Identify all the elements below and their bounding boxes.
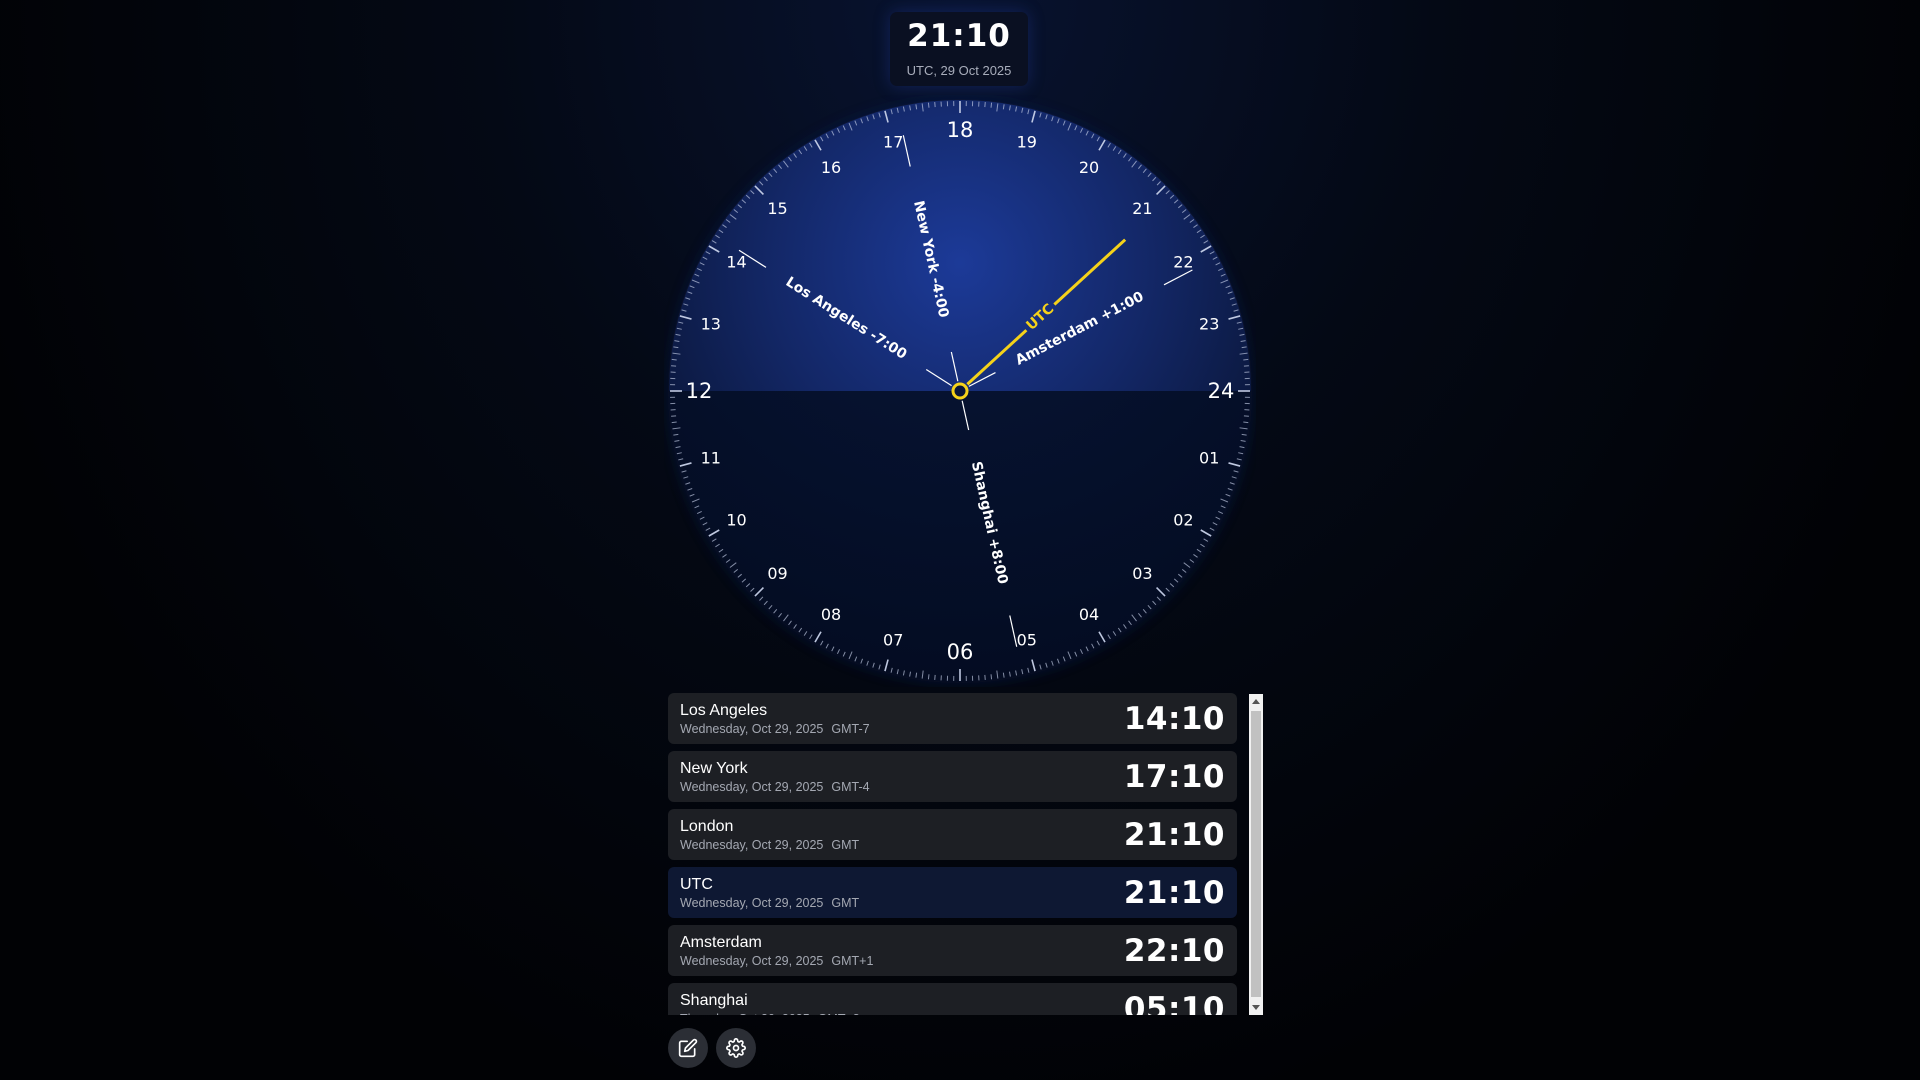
clock-row[interactable]: Amsterdam Wednesday, Oct 29, 2025 GMT+1 22:… [668, 925, 1237, 976]
clock-gmt-offset: GMT [831, 896, 860, 910]
clock-time: 17:10 [1123, 759, 1225, 795]
scrollbar-thumb[interactable] [1251, 711, 1261, 997]
clock-gmt-offset: GMT [831, 838, 860, 852]
dial-hour-label: 12 [686, 379, 713, 403]
clock-date: Thursday, Oct 30, 2025 [680, 1012, 810, 1015]
clock-row[interactable]: New York Wednesday, Oct 29, 2025 GMT-4 17:1… [668, 751, 1237, 802]
clock-city: UTC [680, 876, 713, 893]
clock-row[interactable]: London Wednesday, Oct 29, 2025 GMT 21:10 [668, 809, 1237, 860]
clock-row[interactable]: UTC Wednesday, Oct 29, 2025 GMT 21:10 [668, 867, 1237, 918]
scroll-up-arrow-icon[interactable] [1252, 699, 1260, 704]
clock-time: 21:10 [1123, 875, 1225, 911]
dial-tick [1243, 421, 1249, 424]
clock-date: Wednesday, Oct 29, 2025 [680, 896, 824, 910]
clock-date: Wednesday, Oct 29, 2025 [680, 838, 824, 852]
clock-city: New York [680, 760, 748, 777]
clock-meta: Wednesday, Oct 29, 2025 GMT-4 [680, 780, 870, 794]
clock-date: Wednesday, Oct 29, 2025 [680, 780, 824, 794]
dial-hour-label: 09 [767, 564, 787, 583]
dial-hour-label: 01 [1199, 448, 1219, 467]
clock-time: 21:10 [1123, 817, 1225, 853]
clock-date: Wednesday, Oct 29, 2025 [680, 722, 824, 736]
dial-tick [1243, 358, 1249, 361]
dial-tick [927, 102, 930, 108]
clock-meta: Wednesday, Oct 29, 2025 GMT-7 [680, 722, 870, 736]
dial-hour-label: 02 [1173, 511, 1193, 530]
dial-hour-label: 24 [1208, 379, 1235, 403]
clock-meta: Wednesday, Oct 29, 2025 GMT+1 [680, 954, 873, 968]
clock-gmt-offset: GMT-4 [831, 780, 870, 794]
dial-hour-label: 11 [701, 448, 721, 467]
clock-list-scrollbar[interactable] [1249, 694, 1263, 1015]
dial-hour-label: 15 [767, 199, 787, 218]
clock-gmt-offset: GMT+1 [831, 954, 874, 968]
clock-gmt-offset: GMT-7 [831, 722, 870, 736]
dial-tick [671, 421, 677, 424]
dial-hour-label: 06 [947, 640, 974, 664]
dial-hour-label: 22 [1173, 253, 1193, 272]
clock-time: 14:10 [1123, 701, 1225, 737]
dial-hour-label: 23 [1199, 315, 1219, 334]
dial-hour-label: 05 [1017, 631, 1037, 650]
current-date-subtitle: UTC, 29 Oct 2025 [906, 63, 1012, 78]
edit-button[interactable] [668, 1028, 708, 1068]
dial-hour-label: 18 [947, 118, 974, 142]
clock-time: 22:10 [1123, 933, 1225, 969]
dial-hour-label: 07 [883, 631, 903, 650]
dial-tick [671, 358, 677, 361]
dial-hour-label: 04 [1079, 605, 1099, 624]
clock-gmt-offset: GMT+8 [818, 1012, 860, 1015]
clock-row[interactable]: Los Angeles Wednesday, Oct 29, 2025 GMT-7 1… [668, 693, 1237, 744]
dial-tick [990, 102, 993, 108]
edit-icon [678, 1038, 698, 1058]
dial-hour-label: 10 [726, 511, 746, 530]
clock-time: 05:10 [1123, 991, 1225, 1015]
clock-row[interactable]: Shanghai Thursday, Oct 30, 2025 GMT+8 05:10 [668, 983, 1237, 1015]
dial-tick [990, 674, 993, 680]
clock-city: Shanghai [680, 992, 748, 1009]
dial-hour-label: 19 [1017, 132, 1037, 151]
scroll-down-arrow-icon[interactable] [1252, 1005, 1260, 1010]
current-time-panel: 21:10 UTC, 29 Oct 2025 [890, 12, 1028, 86]
dial-hour-label: 17 [883, 132, 903, 151]
clock-meta: Wednesday, Oct 29, 2025 GMT [680, 896, 859, 910]
gear-icon [726, 1038, 746, 1058]
dial-hour-label: 08 [821, 605, 841, 624]
clock-meta: Thursday, Oct 30, 2025 GMT+8 [680, 1012, 860, 1015]
dial-center-pin [951, 382, 969, 400]
clock-city: Los Angeles [680, 702, 768, 719]
world-clock-dial: 24 01 02 03 04 05 06 07 08 09 10 11 12 13 14 15 16 17 18 19… [668, 99, 1252, 683]
clock-city: London [680, 818, 734, 835]
settings-button[interactable] [716, 1028, 756, 1068]
clock-meta: Wednesday, Oct 29, 2025 GMT [680, 838, 859, 852]
dial-hour-label: 13 [701, 315, 721, 334]
current-time: 21:10 [907, 18, 1011, 54]
dial-hour-label: 16 [821, 158, 841, 177]
clock-city: Amsterdam [680, 934, 762, 951]
dial-hour-label: 03 [1132, 564, 1152, 583]
clock-list[interactable]: Los Angeles Wednesday, Oct 29, 2025 GMT-7 1… [668, 693, 1265, 1015]
dial-tick [927, 674, 930, 680]
dial-hour-label: 14 [726, 253, 746, 272]
dial-hour-label: 20 [1079, 158, 1099, 177]
clock-date: Wednesday, Oct 29, 2025 [680, 954, 824, 968]
dial-hour-label: 21 [1132, 199, 1152, 218]
